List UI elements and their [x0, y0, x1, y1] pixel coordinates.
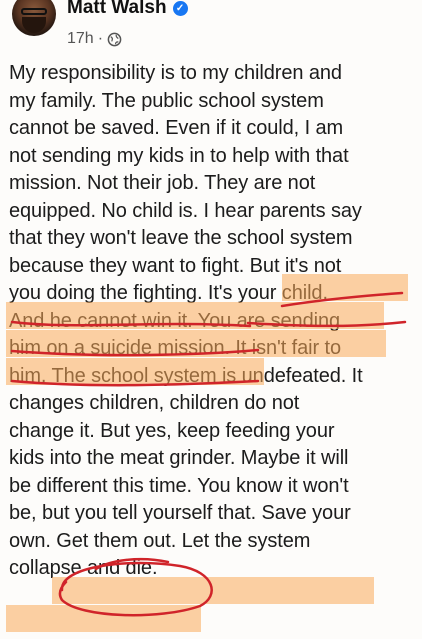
author-row: Matt Walsh ✓ [67, 0, 188, 19]
post-line: him on a suicide mission. It isn't fair … [9, 337, 341, 359]
post-line: changes children, children do not [9, 392, 300, 414]
avatar-glasses [21, 8, 47, 15]
post-line: cannot be saved. Even if it could, I am [9, 117, 344, 139]
post-line: equipped. No child is. I hear parents sa… [9, 199, 362, 222]
verified-badge-icon: ✓ [172, 0, 188, 16]
globe-icon [107, 32, 122, 46]
avatar-beard [22, 17, 46, 33]
post-line: be different this time. You know it won'… [9, 474, 349, 497]
post-line: you doing the fighting. It's your child. [9, 282, 328, 304]
post-line: not sending my kids in to help with that [9, 144, 349, 167]
avatar[interactable] [12, 0, 56, 36]
post-line: because they want to fight. But it's not [9, 254, 342, 277]
post-line: my family. The public school system [9, 89, 324, 112]
post-line: kids into the meat grinder. Maybe it wil… [9, 447, 349, 469]
post-line: And he cannot win it. You are sending [9, 309, 340, 332]
highlight-mark [6, 605, 201, 632]
post-line: own. Get them out. Let the system [9, 529, 311, 552]
post-line: mission. Not their job. They are not [9, 172, 316, 194]
post-line: that they won't leave the school system [9, 227, 353, 249]
post-line: him. The school system is undefeated. It [9, 364, 363, 387]
post-line: change it. But yes, keep feeding your [9, 419, 335, 442]
post-body: My responsibility is to my children and m… [9, 60, 409, 583]
post-line: collapse and die. [9, 557, 158, 579]
post-meta: 17h · [67, 30, 122, 48]
post-line: be, but you tell yourself that. Save you… [9, 502, 351, 524]
meta-separator: · [97, 30, 104, 47]
author-name[interactable]: Matt Walsh [67, 0, 167, 19]
post-line: My responsibility is to my children and [9, 62, 342, 84]
post-timestamp[interactable]: 17h [67, 30, 94, 48]
